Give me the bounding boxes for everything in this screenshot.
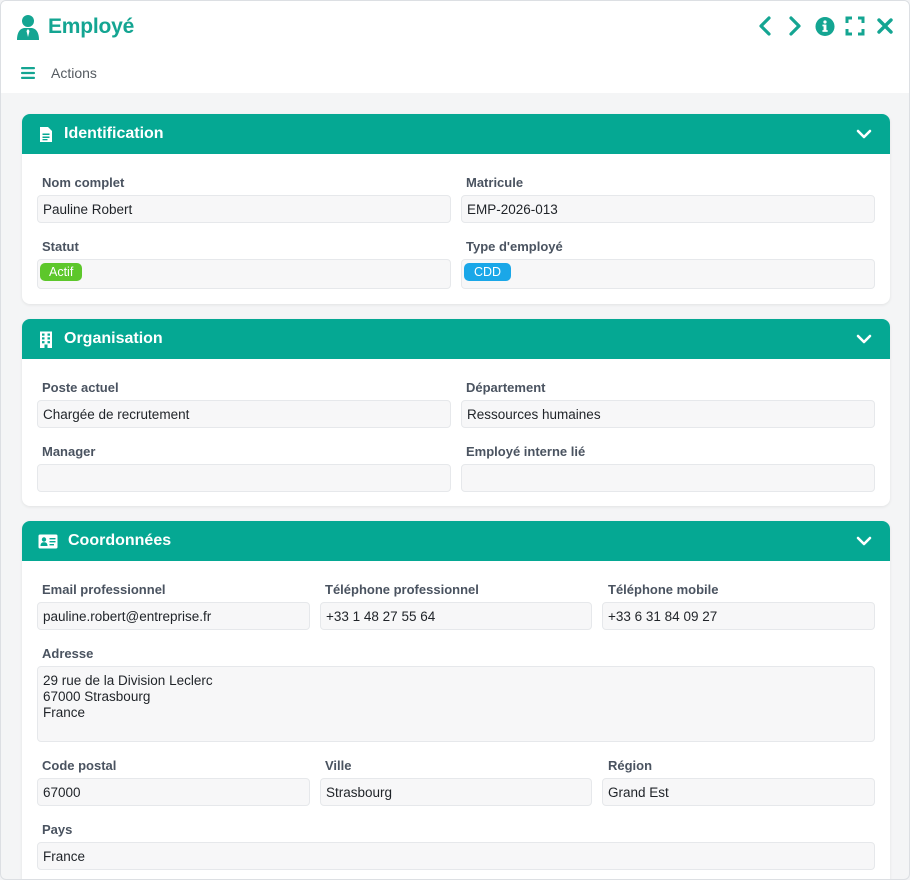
- building-icon: [40, 331, 52, 348]
- region-field[interactable]: Grand Est: [602, 778, 875, 806]
- region-label: Région: [608, 758, 653, 773]
- tel-pro-field[interactable]: +33 1 48 27 55 64: [320, 602, 592, 630]
- info-button[interactable]: [815, 15, 835, 37]
- manager-field[interactable]: [37, 464, 451, 492]
- matricule-field[interactable]: EMP-2026-013: [461, 195, 875, 223]
- ville-field[interactable]: Strasbourg: [320, 778, 592, 806]
- poste-label: Poste actuel: [42, 380, 119, 395]
- departement-field[interactable]: Ressources humaines: [461, 400, 875, 428]
- organisation-section: Organisation Poste actuel Chargée de rec…: [22, 319, 890, 506]
- actions-label[interactable]: Actions: [51, 65, 97, 81]
- type-label: Type d'employé: [466, 239, 563, 254]
- statut-label: Statut: [42, 239, 79, 254]
- matricule-label: Matricule: [466, 175, 524, 190]
- expand-icon: [845, 16, 865, 36]
- window-header: Employé Actions: [1, 1, 909, 93]
- adresse-textarea[interactable]: 29 rue de la Division Leclerc 67000 Stra…: [37, 666, 875, 742]
- contact-card-icon: [38, 534, 58, 548]
- section-title: Coordonnées: [68, 532, 172, 549]
- actions-menu[interactable]: Actions: [21, 65, 97, 81]
- employee-window: Employé Actions Identification Nom compl…: [0, 0, 910, 880]
- email-field[interactable]: pauline.robert@entreprise.fr: [37, 602, 310, 630]
- ville-label: Ville: [325, 758, 352, 773]
- nom-field[interactable]: Pauline Robert: [37, 195, 451, 223]
- close-icon: [877, 18, 893, 34]
- window-controls: [755, 15, 895, 37]
- section-title: Organisation: [64, 330, 163, 347]
- manager-label: Manager: [42, 444, 96, 459]
- fullscreen-button[interactable]: [845, 15, 865, 37]
- document-icon: [40, 126, 52, 142]
- adresse-label: Adresse: [42, 646, 94, 661]
- chevron-left-icon: [759, 16, 771, 36]
- info-icon: [815, 16, 835, 36]
- chevron-down-icon[interactable]: [856, 533, 872, 549]
- next-button[interactable]: [785, 15, 805, 37]
- statut-field[interactable]: Actif: [37, 259, 451, 289]
- pays-field[interactable]: France: [37, 842, 875, 870]
- cp-label: Code postal: [42, 758, 117, 773]
- interne-field[interactable]: [461, 464, 875, 492]
- coordonnees-header[interactable]: Coordonnées: [22, 521, 890, 561]
- pays-label: Pays: [42, 822, 73, 837]
- menu-icon[interactable]: [21, 67, 35, 79]
- section-title: Identification: [64, 125, 164, 142]
- tel-mobile-label: Téléphone mobile: [608, 582, 719, 597]
- nom-label: Nom complet: [42, 175, 125, 190]
- organisation-header[interactable]: Organisation: [22, 319, 890, 359]
- cp-field[interactable]: 67000: [37, 778, 310, 806]
- chevron-right-icon: [789, 16, 801, 36]
- user-tie-icon: [17, 15, 39, 40]
- coordonnees-section: Coordonnées Email professionnel pauline.…: [22, 521, 890, 879]
- type-badge: CDD: [464, 263, 512, 281]
- identification-header[interactable]: Identification: [22, 114, 890, 154]
- type-field[interactable]: CDD: [461, 259, 875, 289]
- chevron-down-icon[interactable]: [856, 331, 872, 347]
- identification-section: Identification Nom complet Pauline Rober…: [22, 114, 890, 304]
- tel-mobile-field[interactable]: +33 6 31 84 09 27: [602, 602, 875, 630]
- page-title: Employé: [48, 15, 135, 38]
- interne-label: Employé interne lié: [466, 444, 586, 459]
- email-label: Email professionnel: [42, 582, 166, 597]
- close-button[interactable]: [875, 15, 895, 37]
- poste-field[interactable]: Chargée de recrutement: [37, 400, 451, 428]
- previous-button[interactable]: [755, 15, 775, 37]
- tel-pro-label: Téléphone professionnel: [325, 582, 479, 597]
- departement-label: Département: [466, 380, 546, 395]
- status-badge: Actif: [40, 263, 83, 281]
- chevron-down-icon[interactable]: [856, 126, 872, 142]
